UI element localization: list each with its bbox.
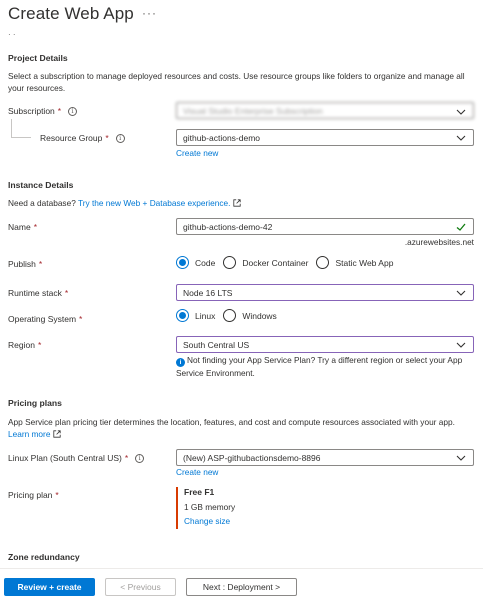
required-mark: * [55,490,59,500]
region-value: South Central US [183,339,250,350]
operating-system-label: Operating System * [8,314,82,324]
project-details-description: Select a subscription to manage deployed… [8,71,465,93]
required-mark: * [79,314,83,324]
info-icon[interactable]: i [68,106,78,116]
pricing-plan-label-text: Pricing plan [8,490,53,500]
publish-option-static[interactable]: Static Web App [316,256,393,269]
footer-divider [0,568,483,569]
publish-label-text: Publish [8,259,36,269]
subscription-value: Visual Studio Enterprise Subscription [183,105,323,116]
required-mark: * [33,222,37,232]
resource-group-label: Resource Group * i [40,133,125,143]
external-link-icon [233,199,241,207]
more-options-icon[interactable]: ··· [142,6,157,20]
runtime-stack-label-text: Runtime stack [8,288,62,298]
domain-suffix: .azurewebsites.net [404,237,474,247]
plan-name: Free F1 [184,487,215,497]
required-mark: * [38,259,43,269]
name-label: Name * [8,222,37,232]
page-title: Create Web App [8,4,134,23]
learn-more-link[interactable]: Learn more [8,429,50,439]
change-size-link[interactable]: Change size [184,516,235,526]
pricing-plans-heading: Pricing plans [8,398,62,408]
project-details-heading: Project Details [8,53,68,63]
chevron-down-icon[interactable] [455,106,467,118]
tree-connector [11,137,31,138]
subscription-label-text: Subscription [8,106,55,116]
next-deployment-button[interactable]: Next : Deployment > [186,578,297,596]
breadcrumb: · · [8,30,16,39]
publish-option-code[interactable]: Code [176,256,215,269]
info-icon[interactable]: i [135,453,145,463]
instance-details-heading: Instance Details [8,180,74,190]
pricing-plan-summary: Free F1 1 GB memory Change size [176,487,235,529]
web-database-link[interactable]: Try the new Web + Database experience. [78,198,230,208]
radio-button[interactable] [223,256,237,269]
radio-button[interactable] [176,256,189,269]
radio-button[interactable] [223,309,237,322]
os-option-label: Linux [195,310,216,321]
publish-option-label: Docker Container [242,257,309,268]
previous-button[interactable]: < Previous [105,578,176,596]
os-option-linux[interactable]: Linux [176,309,215,322]
region-note-text: Not finding your App Service Plan? Try a… [176,355,463,378]
zone-redundancy-heading: Zone redundancy [8,552,80,562]
chevron-down-icon [456,342,466,348]
checkmark-icon [456,223,466,231]
database-prompt: Need a database? Try the new Web + Datab… [8,197,474,209]
name-input[interactable]: github-actions-demo-42 [176,218,474,235]
required-mark: * [37,340,42,350]
pricing-plan-label: Pricing plan * [8,490,59,500]
external-link-icon [53,430,61,438]
radio-button[interactable] [316,256,330,269]
radio-button[interactable] [176,309,189,322]
review-create-button[interactable]: Review + create [4,578,95,596]
resource-group-value: github-actions-demo [183,132,261,143]
region-label: Region * [8,340,41,350]
tree-connector [11,119,12,137]
required-mark: * [64,288,69,298]
pricing-description-text: App Service plan pricing tier determines… [8,417,455,427]
linux-plan-label-text: Linux Plan (South Central US) [8,453,122,463]
publish-option-docker[interactable]: Docker Container [223,256,308,269]
region-label-text: Region [8,340,35,350]
publish-option-label: Static Web App [335,257,394,268]
plan-memory: 1 GB memory [184,502,236,512]
publish-label: Publish * [8,259,42,269]
os-option-windows[interactable]: Windows [223,309,277,322]
publish-option-label: Code [195,257,216,268]
linux-plan-label: Linux Plan (South Central US) * i [8,453,145,463]
chevron-down-icon [456,455,466,461]
region-dropdown[interactable]: South Central US [176,336,474,353]
pricing-plans-description: App Service plan pricing tier determines… [8,416,474,440]
resource-group-dropdown[interactable]: github-actions-demo [176,129,474,146]
name-value: github-actions-demo-42 [183,221,273,232]
required-mark: * [124,453,129,463]
publish-radio-group: Code Docker Container Static Web App [176,256,393,269]
subscription-label: Subscription * i [8,106,78,116]
required-mark: * [57,106,62,116]
os-radio-group: Linux Windows [176,309,277,322]
linux-plan-value: (New) ASP-githubactionsdemo-8896 [183,452,321,463]
create-new-resource-group-link[interactable]: Create new [176,148,218,158]
database-prompt-text: Need a database? [8,198,76,208]
subscription-dropdown[interactable]: Visual Studio Enterprise Subscription [176,102,474,119]
chevron-down-icon [456,135,466,141]
required-mark: * [105,133,109,143]
create-new-plan-link[interactable]: Create new [176,467,218,477]
info-icon[interactable]: i [115,133,125,143]
os-option-label: Windows [242,310,277,321]
resource-group-label-text: Resource Group [40,133,103,143]
runtime-stack-value: Node 16 LTS [183,287,233,298]
runtime-stack-dropdown[interactable]: Node 16 LTS [176,284,474,301]
runtime-stack-label: Runtime stack * [8,288,68,298]
operating-system-label-text: Operating System [8,314,77,324]
linux-plan-dropdown[interactable]: (New) ASP-githubactionsdemo-8896 [176,449,474,466]
info-icon: i [176,358,185,367]
chevron-down-icon [456,290,466,296]
name-label-text: Name [8,222,31,232]
region-note: i Not finding your App Service Plan? Try … [176,354,474,379]
